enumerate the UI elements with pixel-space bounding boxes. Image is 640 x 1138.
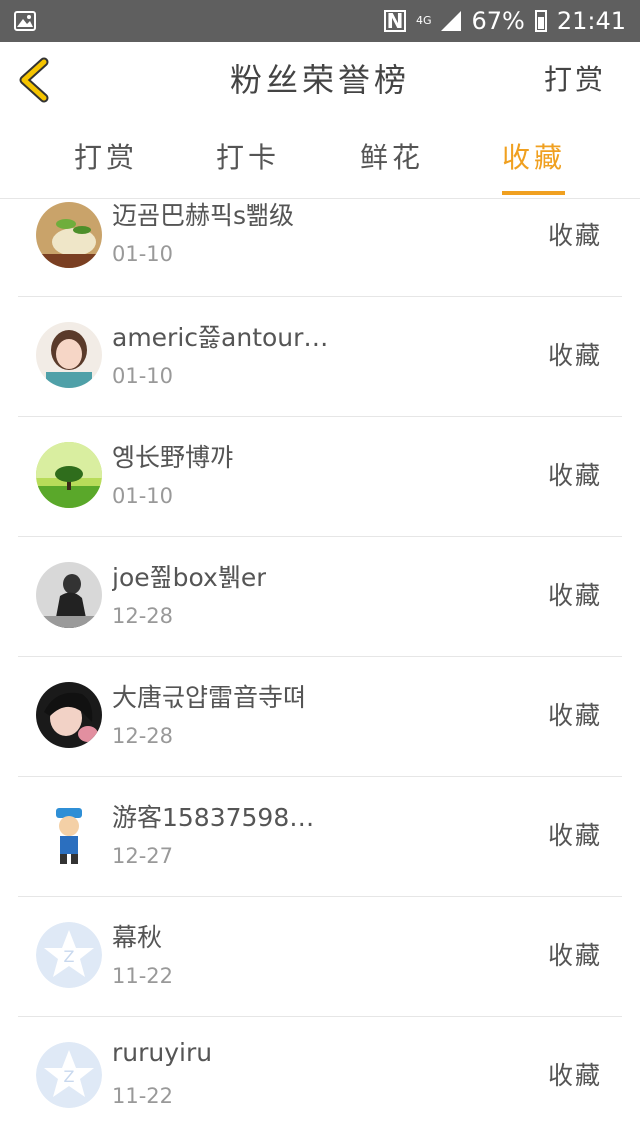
item-date: 12-28 (112, 724, 174, 748)
item-date: 01-10 (112, 242, 174, 266)
item-date: 01-10 (112, 364, 174, 388)
nfc-icon: N (383, 10, 406, 32)
list-item[interactable]: 游客15837598… 12-27 收藏 (18, 776, 622, 897)
tab-flowers[interactable]: 鲜花 (352, 118, 432, 198)
user-name: 游客15837598… (112, 803, 315, 832)
svg-text:Z: Z (64, 947, 75, 966)
user-name: americ쯣antour… (112, 323, 329, 352)
clock: 21:41 (556, 7, 626, 35)
reward-button[interactable]: 打赏 (544, 42, 606, 118)
tab-favorites[interactable]: 收藏 (494, 118, 574, 198)
favorite-label: 收藏 (547, 581, 602, 610)
default-avatar-icon: Z (36, 1042, 102, 1108)
header: 粉丝荣誉榜 打赏 (0, 42, 640, 119)
favorite-label: 收藏 (547, 341, 602, 370)
item-date: 01-10 (112, 484, 174, 508)
item-date: 11-22 (112, 964, 174, 988)
list-item[interactable]: Z 幕秋 11-22 收藏 (18, 896, 622, 1017)
svg-text:Z: Z (64, 1067, 75, 1086)
default-avatar-icon: Z (36, 922, 102, 988)
item-date: 12-27 (112, 844, 174, 868)
avatar (36, 442, 102, 508)
user-name: 迈굠巴赫픽s뾂级 (112, 201, 295, 230)
list-item[interactable]: 大唐귻얍雷音寺뗘 12-28 收藏 (18, 656, 622, 777)
network-type: 4G (415, 14, 432, 27)
list-item[interactable]: Z ruruyiru 11-22 收藏 (18, 1016, 622, 1136)
user-name: 옝长野博꺄 (112, 443, 234, 472)
user-name: 幕秋 (112, 923, 163, 952)
tab-bar: 打赏 打卡 鲜花 收藏 (0, 118, 640, 199)
signal-icon (441, 11, 462, 31)
tab-checkin[interactable]: 打卡 (208, 118, 288, 198)
favorite-label: 收藏 (547, 461, 602, 490)
favorite-label: 收藏 (547, 1061, 602, 1090)
tab-reward[interactable]: 打赏 (66, 118, 146, 198)
status-bar: N 4G 67% 21:41 (0, 0, 640, 42)
user-name: 大唐귻얍雷音寺뗘 (112, 683, 307, 712)
list-item[interactable]: americ쯣antour… 01-10 收藏 (18, 296, 622, 417)
user-name: ruruyiru (112, 1038, 213, 1067)
favorite-label: 收藏 (547, 821, 602, 850)
battery-icon (534, 10, 547, 32)
battery-percent: 67% (471, 7, 525, 35)
list-item[interactable]: 옝长野博꺄 01-10 收藏 (18, 416, 622, 537)
item-date: 12-28 (112, 604, 174, 628)
item-date: 11-22 (112, 1084, 174, 1108)
avatar (36, 562, 102, 628)
list-item[interactable]: joe쬞box뷁er 12-28 收藏 (18, 536, 622, 657)
list-item[interactable]: 迈굠巴赫픽s뾂级 01-10 收藏 (18, 198, 622, 297)
avatar (36, 202, 102, 268)
avatar (36, 802, 102, 868)
favorite-label: 收藏 (547, 701, 602, 730)
avatar (36, 322, 102, 388)
avatar (36, 682, 102, 748)
favorite-label: 收藏 (547, 941, 602, 970)
fan-list: 迈굠巴赫픽s뾂级 01-10 收藏 americ쯣antour… 01-10 收… (0, 198, 640, 1138)
user-name: joe쬞box뷁er (112, 563, 267, 592)
favorite-label: 收藏 (547, 221, 602, 250)
gallery-notification-icon (14, 11, 36, 35)
active-tab-indicator (502, 191, 565, 195)
